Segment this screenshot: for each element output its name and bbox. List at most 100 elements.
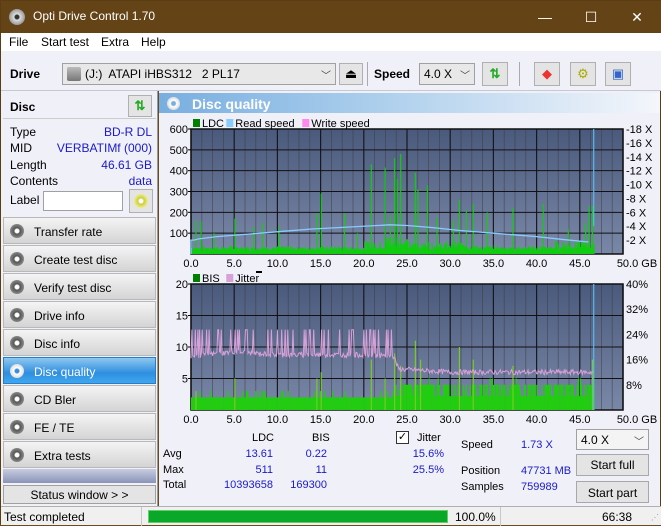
progress-bar — [148, 510, 448, 523]
toolbar: Drive (J:) ATAPI iHBS312 2 PL17 ﹀ ⏏ Spee… — [1, 51, 661, 91]
disc-icon — [10, 252, 24, 266]
menu-help[interactable]: Help — [141, 35, 166, 49]
disc-value: VERBATIMf (000) — [56, 141, 152, 155]
stats-max-ldc: 511 — [255, 464, 273, 476]
nav-disc-info[interactable]: Disc info — [3, 329, 156, 356]
label-disc-button[interactable] — [129, 189, 153, 213]
maximize-button[interactable]: ☐ — [568, 1, 614, 33]
jitter-checkbox[interactable]: ✓ — [396, 431, 409, 444]
y-tick-label: 400 — [170, 166, 188, 178]
disc-key: Contents — [10, 174, 59, 188]
legend-swatch — [226, 274, 234, 282]
erase-button[interactable]: ◆ — [534, 62, 560, 86]
nav-verify-test-disc[interactable]: Verify test disc — [3, 273, 156, 300]
y-tick-label: 20 — [176, 279, 188, 291]
nav-cd-bler[interactable]: CD Bler — [3, 385, 156, 412]
nav-fe-te[interactable]: FE / TE — [3, 413, 156, 440]
menu-extra[interactable]: Extra — [101, 35, 129, 49]
disc-key: Label — [10, 193, 40, 207]
test-speed-select[interactable]: 4.0 X ﹀ — [576, 429, 649, 450]
nav-label: Create test disc — [34, 253, 118, 267]
disc-icon — [10, 308, 24, 322]
status-text-segment: Test completed — [1, 507, 142, 526]
ldc-peak-bar — [389, 215, 391, 254]
x-tick-label: 20.0 — [353, 258, 374, 270]
nav-label: FE / TE — [34, 421, 75, 435]
legend-label: Read speed — [235, 118, 294, 130]
nav-label: Extra tests — [34, 449, 91, 463]
save-button[interactable]: ▣ — [605, 62, 631, 86]
drive-label: Drive — [10, 67, 41, 81]
bis-peak-bar — [414, 340, 416, 410]
start-part-button[interactable]: Start part — [576, 481, 649, 503]
disc-icon — [10, 392, 24, 406]
disc-icon — [10, 280, 24, 294]
drive-select[interactable]: (J:) ATAPI iHBS312 2 PL17 ﹀ — [62, 63, 336, 85]
bis-peak-bar — [394, 353, 396, 410]
stats-max-bis: 11 — [315, 464, 327, 476]
nav-extra-tests[interactable]: Extra tests — [3, 441, 156, 468]
close-button[interactable]: ✕ — [614, 1, 660, 33]
stats-col-bis: BIS — [312, 432, 330, 444]
x-tick-label: 15.0 — [310, 414, 331, 426]
disc-refresh-button[interactable]: ⇅ — [128, 95, 152, 117]
ldc-peak-bar — [472, 204, 474, 254]
ldc-peak-bar — [584, 222, 587, 254]
stats-avg-label: Avg — [163, 448, 182, 460]
ldc-peak-bar — [436, 217, 438, 254]
y2-tick-label: -2 X — [626, 235, 647, 247]
x-tick-label: 25.0 — [396, 414, 417, 426]
eject-button[interactable]: ⏏ — [339, 63, 363, 85]
x-tick-label: 50.0 GB — [617, 414, 657, 426]
refresh-button[interactable]: ⇅ — [482, 62, 508, 86]
status-window-button[interactable]: Status window > > — [3, 485, 156, 504]
disc-icon — [10, 364, 24, 378]
status-bar: Test completed 100.0% 66:38 ⋰ — [1, 506, 661, 526]
menu-start-test[interactable]: Start test — [41, 35, 89, 49]
y2-tick-label: -18 X — [626, 124, 653, 136]
bis-peak-bar — [320, 372, 322, 410]
bis-peak-bar — [384, 378, 386, 410]
test-speed-value: 4.0 X — [581, 433, 610, 447]
y2-tick-label: -6 X — [626, 207, 647, 219]
speed-select[interactable]: 4.0 X ﹀ — [419, 63, 475, 85]
left-panel: Disc ⇅ Type BD-R DL MID VERBATIMf (000) Le… — [1, 91, 158, 506]
y-tick-label: 600 — [170, 124, 188, 136]
x-tick-label: 10.0 — [267, 414, 288, 426]
y-tick-label: 100 — [170, 228, 188, 240]
nav-drive-info[interactable]: Drive info — [3, 301, 156, 328]
stats-col-ldc: LDC — [252, 432, 275, 444]
nav-label: Disc info — [34, 337, 81, 351]
menu-file[interactable]: File — [9, 35, 28, 49]
legend-label: LDC — [202, 118, 224, 130]
resize-grip-icon[interactable]: ⋰ — [651, 513, 659, 522]
disc-icon — [10, 448, 24, 462]
speed-stat-label: Speed — [461, 439, 493, 451]
y-tick-label: 10 — [176, 342, 188, 354]
nav-disc-quality[interactable]: Disc quality — [3, 357, 156, 384]
y-tick-label: 300 — [170, 187, 188, 199]
settings-button[interactable]: ⚙ — [570, 62, 596, 86]
y-tick-label: 200 — [170, 207, 188, 219]
nav-transfer-rate[interactable]: Transfer rate — [3, 217, 156, 244]
nav-label: Verify test disc — [34, 281, 112, 295]
disc-quality-icon — [167, 97, 180, 110]
bis-peak-bar — [458, 347, 461, 410]
speed-label: Speed — [374, 67, 411, 81]
ldc-peak-bar — [465, 210, 467, 254]
disc-icon — [134, 194, 148, 208]
start-full-button[interactable]: Start full — [576, 454, 649, 476]
y2-tick-label: 40% — [626, 279, 648, 291]
elapsed-time: 66:38 — [602, 510, 633, 524]
bis-peak-bar — [370, 359, 372, 410]
ldc-peak-bar — [591, 206, 594, 254]
ldc-peak-bar — [567, 229, 569, 254]
label-input[interactable] — [43, 191, 123, 211]
nav-label: Disc quality — [34, 365, 96, 379]
ldc-peak-bar — [343, 213, 346, 254]
ldc-peak-bar — [452, 220, 454, 254]
nav-create-test-disc[interactable]: Create test disc — [3, 245, 156, 272]
menu-bar: File Start test Extra Help — [1, 33, 661, 51]
bis-peak-bar — [400, 365, 402, 410]
minimize-button[interactable]: — — [522, 1, 568, 33]
